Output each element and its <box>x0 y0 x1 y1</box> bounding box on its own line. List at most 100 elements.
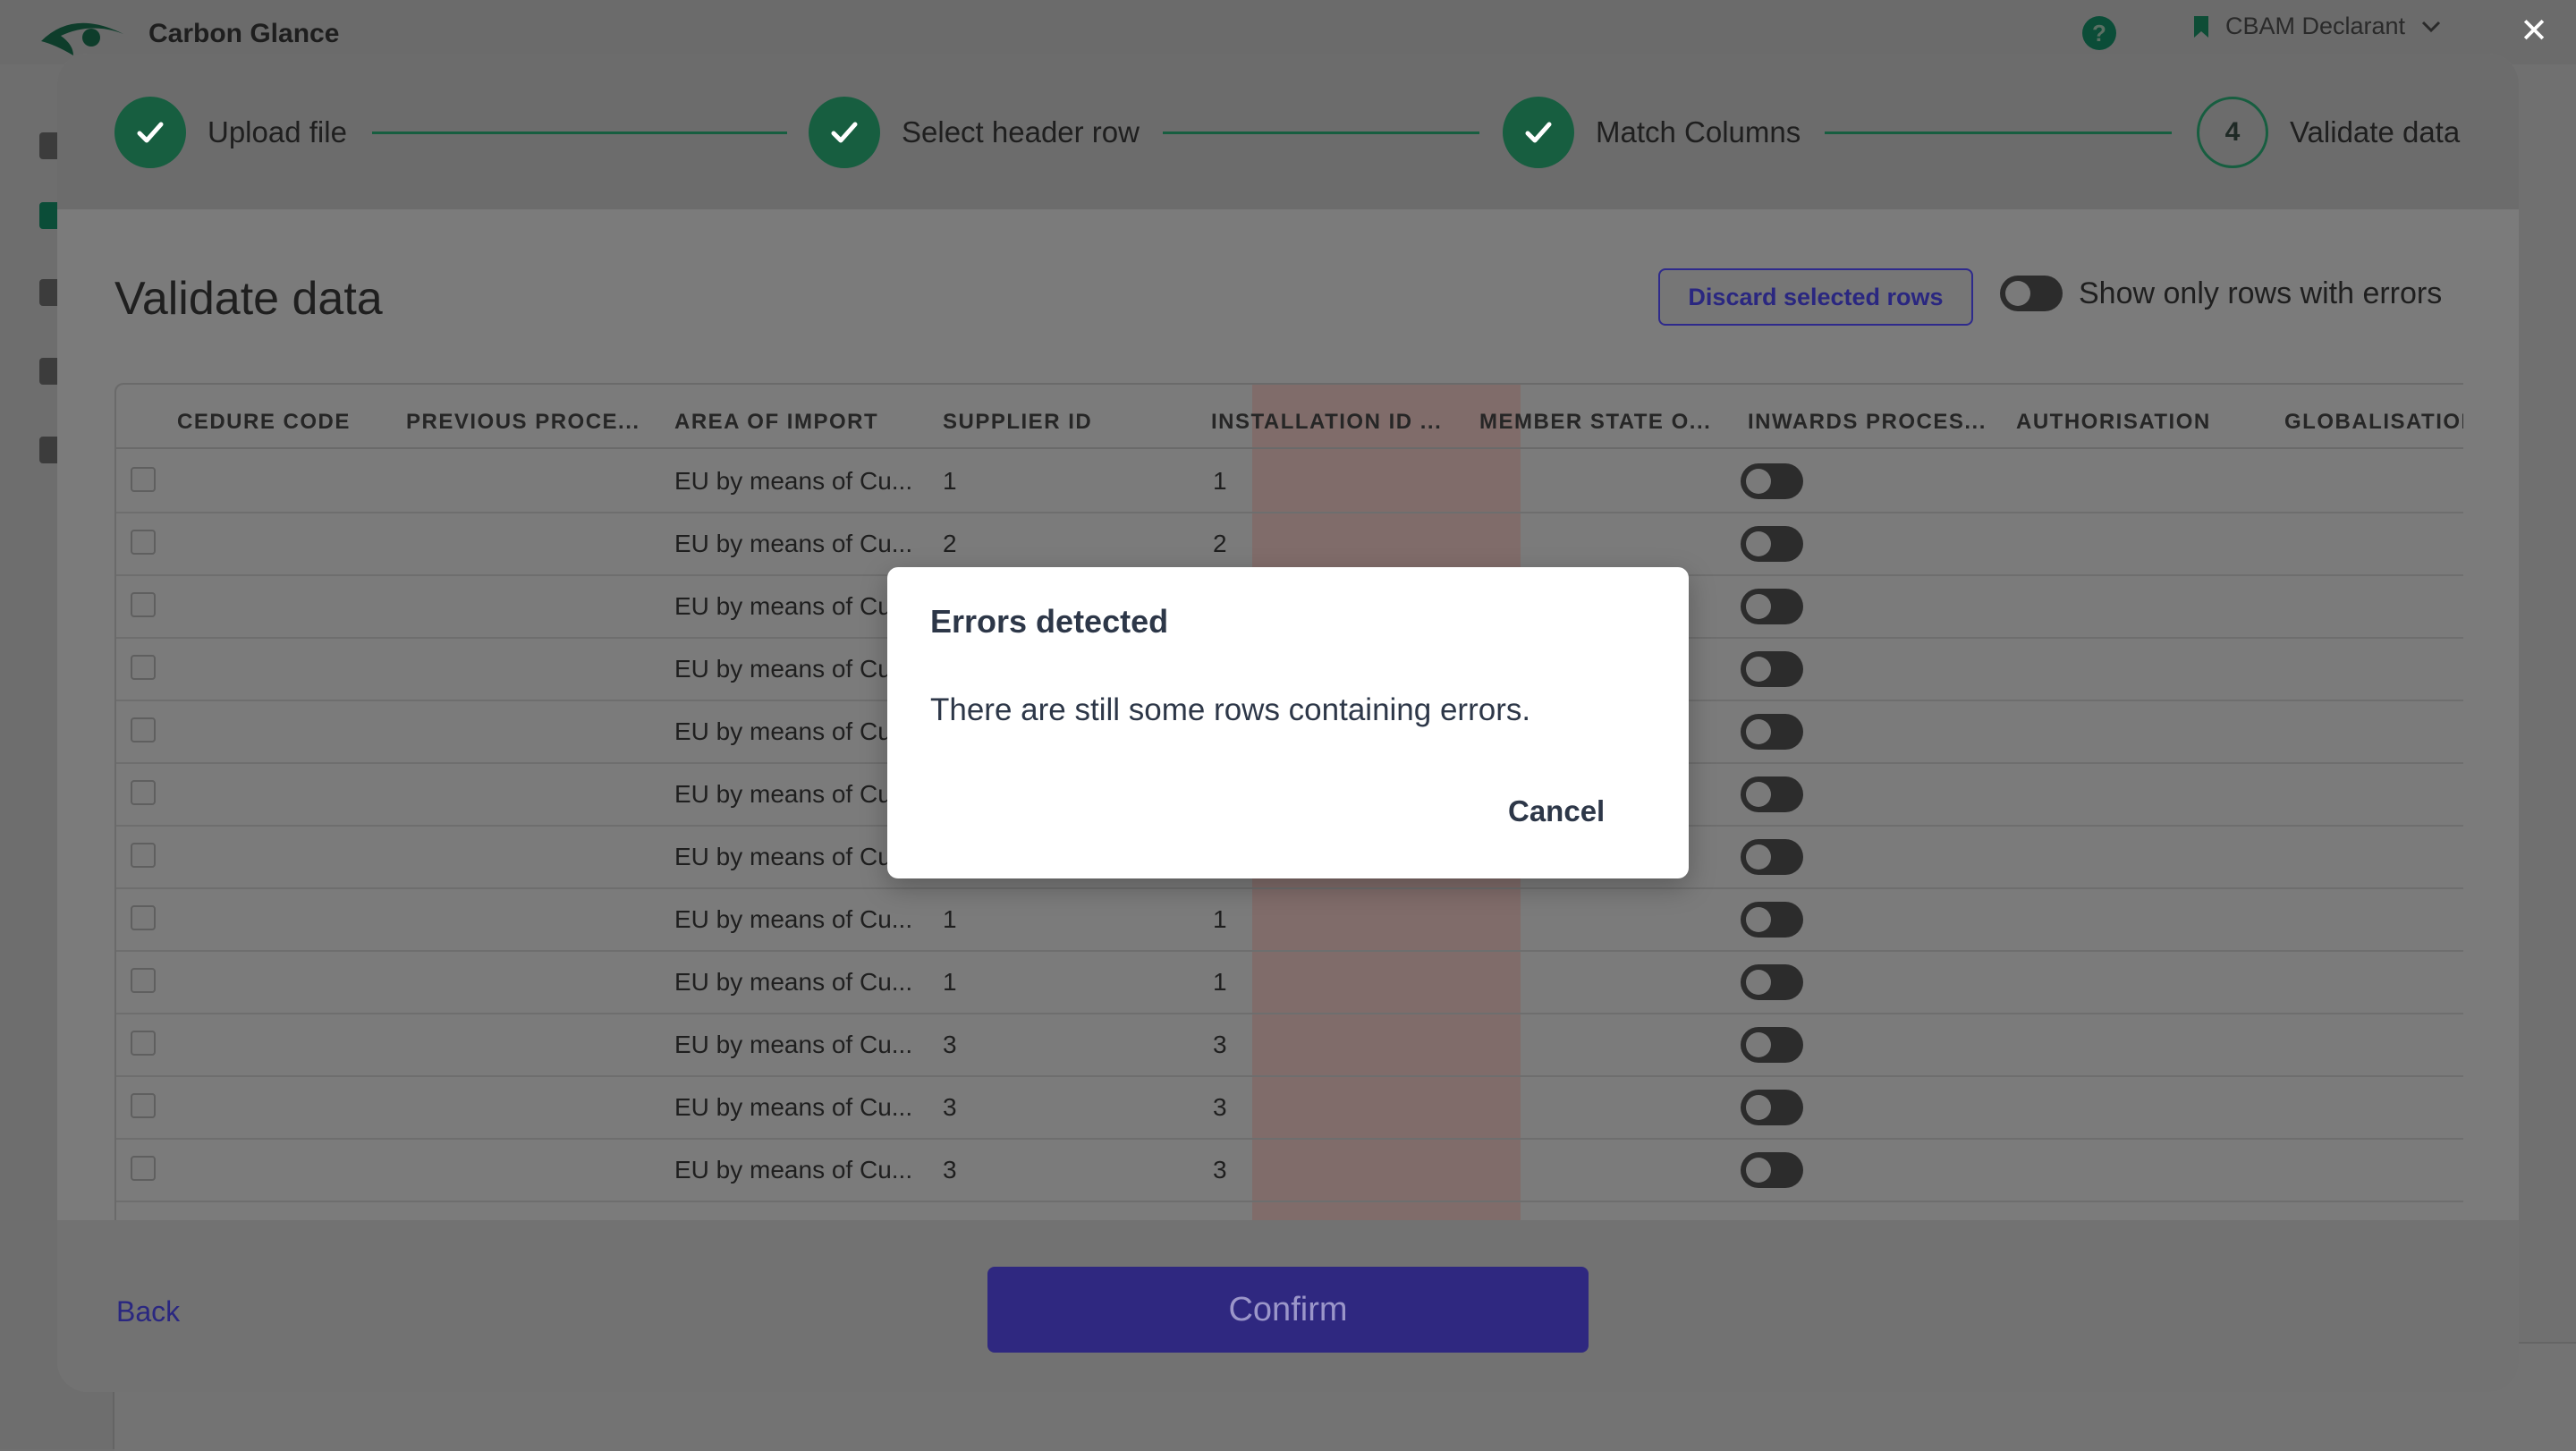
cell-area-of-import[interactable]: EU by means of Cu... <box>674 968 912 997</box>
cell-area-of-import[interactable]: EU by means of Cu <box>674 843 892 871</box>
cell-area-of-import[interactable]: EU by means of Cu <box>674 592 892 621</box>
cell-installation-id[interactable]: 1 <box>1213 467 1227 496</box>
toggle-switch[interactable] <box>1741 902 1803 938</box>
help-icon[interactable]: ? <box>2082 16 2116 50</box>
step-select-header-row: Select header row <box>809 97 1140 168</box>
row-checkbox[interactable] <box>131 467 156 492</box>
stepper: Upload file Select header row Match Colu… <box>57 54 2519 209</box>
table-row: EU by means of Cu... 3 3 <box>116 1013 2463 1077</box>
toggle-switch[interactable] <box>1741 776 1803 812</box>
row-checkbox[interactable] <box>131 530 156 555</box>
toggle-switch[interactable] <box>2000 276 2063 311</box>
inwards-processing-toggle[interactable] <box>1741 839 1803 875</box>
cancel-button[interactable]: Cancel <box>1508 794 1605 828</box>
toggle-switch[interactable] <box>1741 463 1803 499</box>
column-header[interactable]: PREVIOUS PROCE... <box>406 410 648 435</box>
step-done-badge <box>114 97 186 168</box>
cell-supplier-id[interactable]: 1 <box>943 968 957 997</box>
row-checkbox[interactable] <box>131 1031 156 1056</box>
inwards-processing-toggle[interactable] <box>1741 902 1803 938</box>
cell-supplier-id[interactable]: 1 <box>943 905 957 934</box>
inwards-processing-toggle[interactable] <box>1741 1090 1803 1125</box>
toggle-switch[interactable] <box>1741 589 1803 624</box>
inwards-processing-toggle[interactable] <box>1741 651 1803 687</box>
check-icon <box>831 122 858 143</box>
dialog-title: Errors detected <box>930 603 1169 640</box>
confirm-button[interactable]: Confirm <box>987 1267 1589 1353</box>
cell-installation-id[interactable]: 1 <box>1213 968 1227 997</box>
cell-area-of-import[interactable]: EU by means of Cu... <box>674 1156 912 1184</box>
row-checkbox[interactable] <box>131 968 156 993</box>
org-switcher[interactable]: CBAM Declarant <box>2193 13 2441 40</box>
cell-area-of-import[interactable]: EU by means of Cu... <box>674 1031 912 1059</box>
toggle-label: Show only rows with errors <box>2079 276 2443 310</box>
cell-installation-id[interactable]: 3 <box>1213 1031 1227 1059</box>
cell-supplier-id[interactable]: 2 <box>943 530 957 558</box>
inwards-processing-toggle[interactable] <box>1741 714 1803 750</box>
row-checkbox[interactable] <box>131 655 156 680</box>
cell-supplier-id[interactable]: 3 <box>943 1031 957 1059</box>
inwards-processing-toggle[interactable] <box>1741 463 1803 499</box>
cell-area-of-import[interactable]: EU by means of Cu <box>674 655 892 683</box>
row-checkbox[interactable] <box>131 843 156 868</box>
toggle-switch[interactable] <box>1741 714 1803 750</box>
table-row: EU by means of Cu... 3 3 <box>116 1138 2463 1202</box>
row-checkbox[interactable] <box>131 717 156 742</box>
column-header[interactable]: GLOBALISATIOI <box>2284 410 2463 435</box>
step-upload-file: Upload file <box>114 97 347 168</box>
cell-supplier-id[interactable]: 1 <box>943 467 957 496</box>
toggle-switch[interactable] <box>1741 964 1803 1000</box>
row-checkbox[interactable] <box>131 780 156 805</box>
column-header[interactable]: MEMBER STATE O... <box>1479 410 1721 435</box>
toggle-switch[interactable] <box>1741 839 1803 875</box>
discard-selected-rows-button[interactable]: Discard selected rows <box>1658 268 1973 326</box>
cell-supplier-id[interactable]: 3 <box>943 1093 957 1122</box>
check-icon <box>137 122 164 143</box>
toggle-switch[interactable] <box>1741 1027 1803 1063</box>
toggle-switch[interactable] <box>1741 1152 1803 1188</box>
cell-area-of-import[interactable]: EU by means of Cu <box>674 780 892 809</box>
modal-footer: Back Confirm <box>57 1220 2519 1392</box>
toggle-switch[interactable] <box>1741 651 1803 687</box>
cell-installation-id[interactable]: 1 <box>1213 905 1227 934</box>
cell-area-of-import[interactable]: EU by means of Cu... <box>674 467 912 496</box>
inwards-processing-toggle[interactable] <box>1741 964 1803 1000</box>
cell-area-of-import[interactable]: EU by means of Cu... <box>674 530 912 558</box>
toggle-switch[interactable] <box>1741 526 1803 562</box>
brand[interactable]: Carbon Glance <box>38 9 339 59</box>
column-header[interactable]: INSTALLATION ID ... <box>1211 410 1462 435</box>
column-header[interactable]: INWARDS PROCES... <box>1748 410 1989 435</box>
inwards-processing-toggle[interactable] <box>1741 776 1803 812</box>
step-connector <box>372 132 787 134</box>
step-connector <box>1163 132 1479 134</box>
step-connector <box>1825 132 2172 134</box>
inwards-processing-toggle[interactable] <box>1741 1152 1803 1188</box>
cell-area-of-import[interactable]: EU by means of Cu... <box>674 1093 912 1122</box>
row-checkbox[interactable] <box>131 1093 156 1118</box>
inwards-processing-toggle[interactable] <box>1741 526 1803 562</box>
column-header[interactable]: AUTHORISATION <box>2016 410 2258 435</box>
cell-area-of-import[interactable]: EU by means of Cu <box>674 717 892 746</box>
column-header[interactable]: CEDURE CODE <box>177 410 374 435</box>
cell-installation-id[interactable]: 2 <box>1213 530 1227 558</box>
dialog-message: There are still some rows containing err… <box>930 692 1531 727</box>
step-validate-data: 4 Validate data <box>2197 97 2460 168</box>
org-name: CBAM Declarant <box>2225 13 2406 39</box>
cell-installation-id[interactable]: 3 <box>1213 1093 1227 1122</box>
brand-name: Carbon Glance <box>148 19 340 48</box>
inwards-processing-toggle[interactable] <box>1741 589 1803 624</box>
row-checkbox[interactable] <box>131 1156 156 1181</box>
row-checkbox[interactable] <box>131 905 156 930</box>
back-button[interactable]: Back <box>116 1295 180 1328</box>
cell-supplier-id[interactable]: 3 <box>943 1156 957 1184</box>
cell-installation-id[interactable]: 3 <box>1213 1156 1227 1184</box>
inwards-processing-toggle[interactable] <box>1741 1027 1803 1063</box>
close-icon[interactable]: ✕ <box>2515 13 2553 50</box>
cell-area-of-import[interactable]: EU by means of Cu... <box>674 905 912 934</box>
column-header[interactable]: SUPPLIER ID <box>943 410 1184 435</box>
toggle-switch[interactable] <box>1741 1090 1803 1125</box>
page-title: Validate data <box>114 273 383 325</box>
show-errors-toggle[interactable]: Show only rows with errors <box>2000 276 2442 311</box>
column-header[interactable]: AREA OF IMPORT <box>674 410 916 435</box>
row-checkbox[interactable] <box>131 592 156 617</box>
